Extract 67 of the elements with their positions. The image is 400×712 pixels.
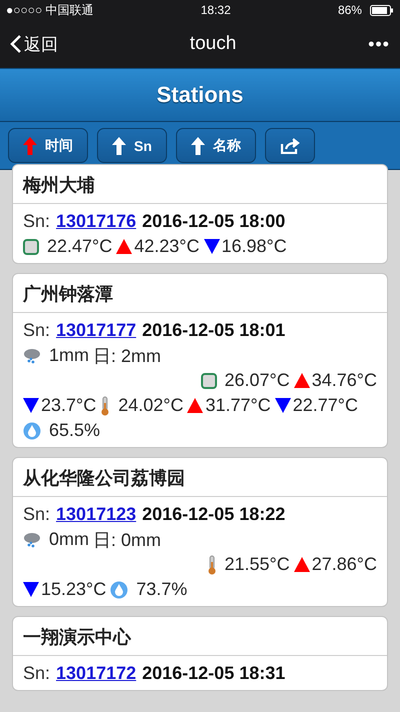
sort-button[interactable]: 时间 bbox=[8, 128, 88, 163]
share-icon bbox=[280, 138, 300, 154]
reading-value: 0mm bbox=[49, 529, 89, 550]
reading-value: 26.07°C bbox=[224, 370, 290, 391]
sn-link[interactable]: 13017176 bbox=[56, 210, 136, 232]
timestamp: 2016-12-05 18:00 bbox=[142, 210, 286, 232]
chevron-left-icon bbox=[10, 34, 22, 54]
up-arrow-icon bbox=[23, 136, 37, 154]
thermometer-icon bbox=[100, 396, 110, 416]
thermometer-icon bbox=[206, 554, 216, 574]
sn-label: Sn: bbox=[23, 504, 50, 524]
up-arrow-icon bbox=[190, 136, 205, 154]
clock: 18:32 bbox=[200, 3, 231, 17]
reading-value: 42.23°C bbox=[134, 236, 200, 257]
back-button[interactable]: 返回 bbox=[10, 32, 58, 56]
sn-label: Sn: bbox=[23, 662, 50, 684]
timestamp: 2016-12-05 18:01 bbox=[142, 320, 286, 340]
down-triangle-icon bbox=[274, 398, 291, 413]
station-name: 广州钟落潭 bbox=[13, 274, 387, 313]
share-button[interactable] bbox=[264, 128, 315, 163]
sort-button[interactable]: Sn bbox=[97, 128, 167, 163]
timestamp: 2016-12-05 18:22 bbox=[142, 504, 286, 524]
reading-value: 31.77°C bbox=[205, 395, 271, 416]
reading-value: 1mm bbox=[49, 345, 89, 366]
reading-value: 34.76°C bbox=[312, 370, 377, 391]
reading-value: 24.02°C bbox=[118, 395, 184, 416]
reading-value: 22.77°C bbox=[292, 395, 358, 416]
more-button[interactable]: ••• bbox=[368, 34, 390, 54]
sn-label: Sn: bbox=[23, 320, 50, 340]
up-triangle-icon bbox=[187, 398, 204, 413]
sn-link[interactable]: 13017177 bbox=[56, 320, 136, 340]
sn-link[interactable]: 13017172 bbox=[56, 662, 136, 684]
battery-percent: 86% bbox=[338, 3, 362, 17]
reading-value: 21.55°C bbox=[224, 554, 290, 575]
down-triangle-icon bbox=[23, 582, 39, 597]
up-triangle-icon bbox=[294, 557, 310, 572]
square-icon bbox=[200, 372, 216, 388]
reading-value: 23.7°C bbox=[41, 395, 96, 416]
rain-cloud-icon bbox=[23, 346, 41, 364]
reading-value: 22.47°C bbox=[47, 236, 112, 257]
down-triangle-icon bbox=[23, 398, 39, 413]
square-icon bbox=[23, 238, 39, 254]
reading-value: 日: 0mm bbox=[93, 528, 162, 552]
reading-value: 65.5% bbox=[49, 420, 100, 441]
timestamp: 2016-12-05 18:31 bbox=[142, 662, 286, 684]
reading-value: 15.23°C bbox=[41, 579, 106, 600]
sort-button[interactable]: 名称 bbox=[176, 128, 256, 163]
sn-link[interactable]: 13017123 bbox=[56, 504, 136, 524]
up-arrow-icon bbox=[112, 136, 126, 154]
water-drop-icon bbox=[23, 422, 41, 440]
rain-cloud-icon bbox=[23, 530, 41, 548]
page-title: Stations bbox=[156, 82, 244, 108]
reading-value: 日: 2mm bbox=[93, 344, 162, 368]
down-triangle-icon bbox=[204, 239, 220, 254]
carrier-label: ●○○○○ 中国联通 bbox=[6, 2, 94, 18]
up-triangle-icon bbox=[116, 239, 132, 254]
battery-icon bbox=[370, 4, 394, 16]
station-name: 梅州大埔 bbox=[13, 165, 387, 204]
reading-value: 16.98°C bbox=[222, 236, 287, 257]
station-name: 从化华隆公司荔博园 bbox=[13, 458, 387, 497]
nav-title: touch bbox=[190, 33, 236, 55]
reading-value: 27.86°C bbox=[312, 554, 377, 575]
up-triangle-icon bbox=[294, 373, 310, 388]
water-drop-icon bbox=[110, 580, 128, 598]
station-name: 一翔演示中心 bbox=[13, 617, 387, 656]
sn-label: Sn: bbox=[23, 210, 50, 232]
reading-value: 73.7% bbox=[136, 579, 188, 600]
